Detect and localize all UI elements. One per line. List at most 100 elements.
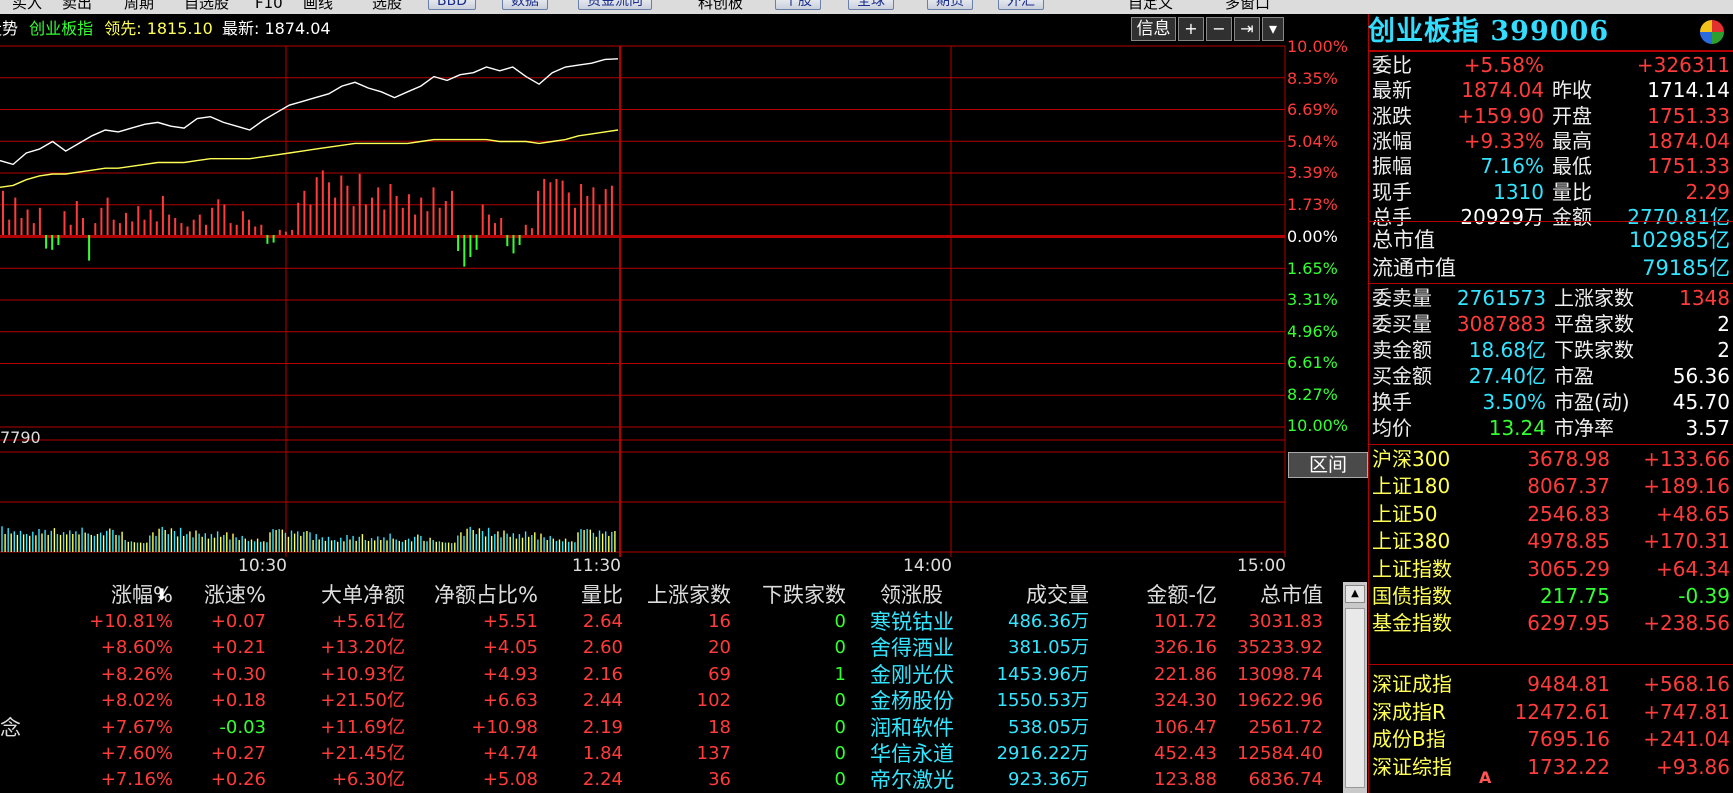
table-row[interactable]: +8.26% +0.30 +10.93亿 +4.93 2.16 69 1 金刚光伏 1453.9… bbox=[0, 662, 1340, 688]
table-cell: +13.20亿 bbox=[320, 637, 405, 659]
quote-value: 2 bbox=[1717, 338, 1730, 362]
index-value: 9484.81 bbox=[1527, 672, 1610, 696]
table-cell: 106.47 bbox=[1154, 716, 1217, 738]
table-cell: +11.69亿 bbox=[320, 716, 405, 738]
quote-row: 涨幅 +9.33% 最高 1874.04 bbox=[1372, 129, 1730, 153]
quote-value: +326311 bbox=[1636, 53, 1730, 77]
column-header[interactable]: 总市值 bbox=[1208, 582, 1323, 608]
index-name: 上证指数 bbox=[1372, 556, 1452, 581]
table-row[interactable]: +7.67% -0.03 +11.69亿 +10.98 2.19 18 0 润和软件 538.0… bbox=[0, 715, 1340, 741]
axis-label: 1.73% bbox=[1287, 195, 1338, 214]
index-change: +568.16 bbox=[1643, 672, 1730, 696]
range-button[interactable]: 区间 bbox=[1288, 452, 1368, 478]
column-header[interactable]: 净额占比% bbox=[403, 582, 538, 608]
index-value: 7695.16 bbox=[1527, 727, 1610, 752]
index-name: 深成指R bbox=[1372, 699, 1446, 724]
table-cell: +6.30亿 bbox=[331, 769, 405, 791]
table-cell: +0.30 bbox=[210, 663, 266, 685]
quote-value: 56.36 bbox=[1672, 364, 1730, 388]
table-cell: +4.93 bbox=[482, 663, 538, 685]
index-row[interactable]: 深证成指 9484.81 +568.16 bbox=[1372, 672, 1730, 696]
table-row[interactable]: +8.60% +0.21 +13.20亿 +4.05 2.60 20 0 舍得酒业 381.05… bbox=[0, 635, 1340, 661]
index-name: 成份B指 bbox=[1372, 727, 1446, 752]
table-cell: 3031.83 bbox=[1248, 611, 1323, 632]
index-value: 4978.85 bbox=[1527, 529, 1610, 554]
quote-label: 下跌家数 bbox=[1554, 338, 1634, 362]
quote-label: 最高 bbox=[1552, 128, 1592, 153]
index-row[interactable]: 上证50 2546.83 +48.65 bbox=[1372, 502, 1730, 526]
table-row[interactable]: +10.81% +0.07 +5.61亿 +5.51 2.64 16 0 寒锐钴业 486.36… bbox=[0, 609, 1340, 635]
table-cell: 1453.96万 bbox=[996, 663, 1089, 685]
index-name: 基金指数 bbox=[1372, 611, 1452, 636]
time-label: 14:00 bbox=[903, 556, 952, 576]
axis-label: 3.39% bbox=[1287, 163, 1338, 182]
quote-row: 换手 3.50% 市盈(动) 45.70 bbox=[1372, 390, 1730, 414]
column-header[interactable]: 涨速% bbox=[166, 582, 266, 608]
index-row[interactable]: 上证指数 3065.29 +64.34 bbox=[1372, 557, 1730, 581]
table-scrollbar[interactable]: ▲ bbox=[1343, 582, 1367, 793]
table-cell: 13098.74 bbox=[1237, 663, 1323, 685]
quote-value: 1348 bbox=[1679, 286, 1730, 310]
quote-value: 1714.14 bbox=[1647, 78, 1730, 103]
index-row[interactable]: 沪深300 3678.98 +133.66 bbox=[1372, 447, 1730, 471]
table-row[interactable]: +7.60% +0.27 +21.45亿 +4.74 1.84 137 0 华信永道 2916.… bbox=[0, 741, 1340, 767]
quote-label: 总手 bbox=[1372, 204, 1412, 229]
table-cell: +8.02% bbox=[100, 690, 173, 712]
table-row[interactable]: +8.02% +0.18 +21.50亿 +6.63 2.44 102 0 金杨股份 1550.… bbox=[0, 688, 1340, 714]
table-cell: +0.07 bbox=[210, 611, 266, 632]
column-header[interactable]: 领涨股 bbox=[880, 582, 980, 608]
table-row[interactable]: +7.16% +0.26 +6.30亿 +5.08 2.24 36 0 帝尔激光 923.36万… bbox=[0, 767, 1340, 793]
quote-value: 3.57 bbox=[1685, 416, 1730, 440]
index-name: 上证180 bbox=[1372, 474, 1451, 499]
column-header[interactable]: 金额-亿 bbox=[1107, 582, 1217, 608]
column-header[interactable]: 上涨家数 bbox=[611, 582, 731, 608]
index-row[interactable]: 深证综指 1732.22 +93.86 bbox=[1372, 755, 1730, 779]
quote-label: 振幅 bbox=[1372, 154, 1412, 179]
table-cell: 0 bbox=[834, 743, 846, 764]
quote-value: 3087883 bbox=[1456, 312, 1546, 336]
scroll-thumb[interactable] bbox=[1345, 608, 1365, 788]
quote-label: 委买量 bbox=[1372, 312, 1432, 336]
quote-row: 委买量 3087883 平盘家数 2 bbox=[1372, 312, 1730, 336]
index-row[interactable]: 上证380 4978.85 +170.31 bbox=[1372, 529, 1730, 553]
quote-row: 现手 1310 量比 2.29 bbox=[1372, 180, 1730, 204]
index-change: +48.65 bbox=[1655, 501, 1730, 526]
table-cell: +8.26% bbox=[100, 663, 173, 685]
a-share-badge: A bbox=[1479, 768, 1492, 787]
intraday-chart[interactable] bbox=[0, 0, 1290, 582]
index-row[interactable]: 国债指数 217.75 -0.39 bbox=[1372, 584, 1730, 608]
table-cell: 221.86 bbox=[1154, 663, 1217, 685]
index-row[interactable]: 成份B指 7695.16 +241.04 bbox=[1372, 727, 1730, 751]
table-cell: 金刚光伏 bbox=[870, 662, 954, 687]
table-cell: 寒锐钴业 bbox=[870, 610, 954, 634]
axis-label: 3.31% bbox=[1287, 290, 1338, 309]
axis-label: 1.65% bbox=[1287, 259, 1338, 278]
quote-label: 最新 bbox=[1372, 78, 1412, 103]
quote-label: 换手 bbox=[1372, 390, 1412, 414]
index-name: 深证成指 bbox=[1372, 672, 1452, 696]
axis-label-zero: 0.00% bbox=[1287, 227, 1338, 246]
quote-label: 委卖量 bbox=[1372, 286, 1432, 310]
cap-value: 102985亿 bbox=[1628, 228, 1730, 252]
index-row[interactable]: 基金指数 6297.95 +238.56 bbox=[1372, 611, 1730, 635]
index-row[interactable]: 上证180 8067.37 +189.16 bbox=[1372, 474, 1730, 498]
quote-row: 均价 13.24 市净率 3.57 bbox=[1372, 416, 1730, 440]
table-cell: +5.08 bbox=[482, 769, 538, 791]
axis-label: 10.00% bbox=[1287, 37, 1349, 56]
sort-desc-icon[interactable]: ⬇ bbox=[155, 582, 168, 608]
pie-chart-icon[interactable] bbox=[1700, 20, 1724, 44]
table-cell: 2561.72 bbox=[1248, 716, 1323, 738]
axis-label: 4.96% bbox=[1287, 322, 1338, 341]
quote-row: 卖金额 18.68亿 下跌家数 2 bbox=[1372, 338, 1730, 362]
column-header[interactable]: 大单净额 bbox=[275, 582, 405, 608]
quote-label: 平盘家数 bbox=[1554, 312, 1634, 336]
index-row[interactable]: 深成指R 12472.61 +747.81 bbox=[1372, 700, 1730, 724]
scroll-up-icon[interactable]: ▲ bbox=[1345, 585, 1365, 603]
table-cell: +21.45亿 bbox=[320, 743, 405, 764]
table-cell: 538.05万 bbox=[1008, 716, 1089, 738]
column-header[interactable]: 成交量 bbox=[969, 582, 1089, 608]
table-cell: 0 bbox=[834, 611, 846, 632]
column-header[interactable]: 下跌家数 bbox=[726, 582, 846, 608]
table-cell: 101.72 bbox=[1154, 611, 1217, 632]
index-value: 12472.61 bbox=[1514, 699, 1610, 724]
